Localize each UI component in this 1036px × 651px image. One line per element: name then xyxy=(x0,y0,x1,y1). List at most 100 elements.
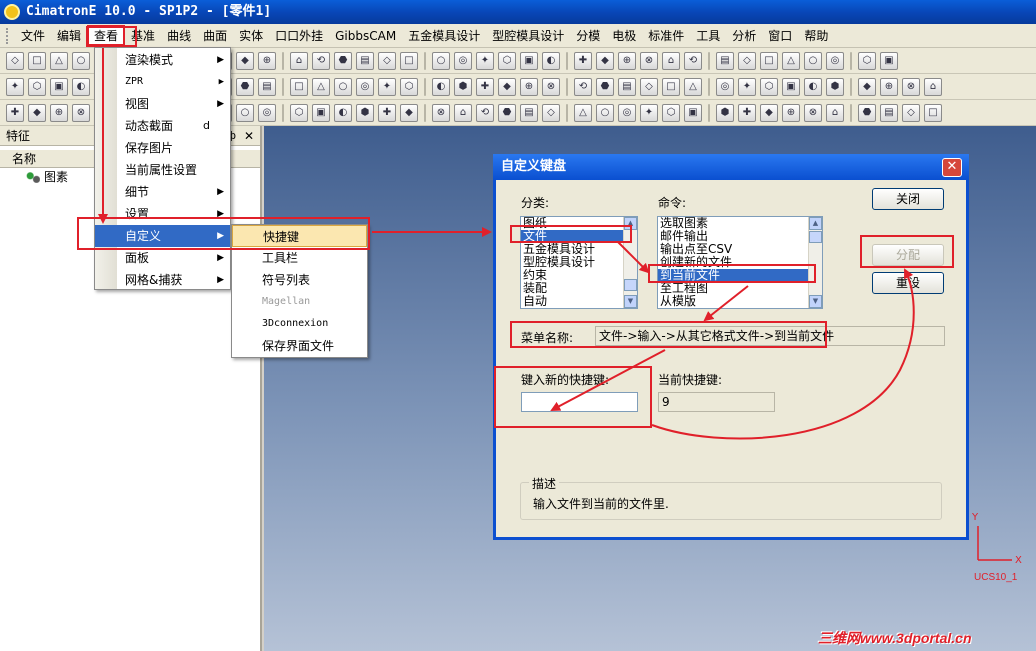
toolbar-tool-icon[interactable]: □ xyxy=(662,77,680,96)
toolbar-tool-icon[interactable]: ◇ xyxy=(902,103,920,122)
toolbar-tool-icon[interactable]: ◇ xyxy=(6,51,24,70)
toolbar-tool-icon[interactable]: ◎ xyxy=(716,77,734,96)
toolbar-tool-icon[interactable]: ⊕ xyxy=(880,77,898,96)
toolbar-tool-icon[interactable]: ◎ xyxy=(356,77,374,96)
toolbar-tool-icon[interactable]: ◐ xyxy=(432,77,450,96)
menu-standard-parts[interactable]: 标准件 xyxy=(642,25,690,46)
toolbar-tool-icon[interactable]: ▣ xyxy=(50,77,68,96)
toolbar-tool-icon[interactable]: ⬣ xyxy=(596,77,614,96)
menu-help[interactable]: 帮助 xyxy=(798,25,834,46)
toolbar-tool-icon[interactable]: ◎ xyxy=(618,103,636,122)
menu-current-properties[interactable]: 当前属性设置 xyxy=(95,159,230,181)
toolbar-tool-icon[interactable]: ✦ xyxy=(6,77,24,96)
menu-curve[interactable]: 曲线 xyxy=(161,25,197,46)
toolbar-tool-icon[interactable]: ⌂ xyxy=(454,103,472,122)
scroll-down-icon[interactable]: ▼ xyxy=(809,295,822,308)
menu-symbol-list[interactable]: 符号列表 xyxy=(232,269,367,291)
toolbar-tool-icon[interactable]: ▤ xyxy=(618,77,636,96)
toolbar-tool-icon[interactable]: ⊕ xyxy=(618,51,636,70)
menu-tools[interactable]: 工具 xyxy=(690,25,726,46)
toolbar-tool-icon[interactable]: ⬣ xyxy=(498,103,516,122)
command-scrollbar[interactable]: ▲ ▼ xyxy=(808,217,822,308)
toolbar-tool-icon[interactable]: ⬣ xyxy=(236,77,254,96)
toolbar-tool-icon[interactable]: ⊕ xyxy=(50,103,68,122)
toolbar-tool-icon[interactable]: ○ xyxy=(334,77,352,96)
menu-plugin[interactable]: 口口外挂 xyxy=(269,25,329,46)
menu-analysis[interactable]: 分析 xyxy=(726,25,762,46)
toolbar-tool-icon[interactable]: ○ xyxy=(432,51,450,70)
toolbar-tool-icon[interactable]: ◐ xyxy=(804,77,822,96)
menu-solid[interactable]: 实体 xyxy=(233,25,269,46)
toolbar-tool-icon[interactable]: ○ xyxy=(236,103,254,122)
toolbar-tool-icon[interactable]: ◆ xyxy=(858,77,876,96)
toolbar-tool-icon[interactable]: ⊕ xyxy=(782,103,800,122)
dialog-title[interactable]: 自定义键盘 xyxy=(493,154,969,180)
toolbar-tool-icon[interactable]: ◐ xyxy=(334,103,352,122)
menu-zpr[interactable]: ZPR ▶ xyxy=(95,71,230,93)
menu-save-ui-file[interactable]: 保存界面文件 xyxy=(232,335,367,357)
toolbar-tool-icon[interactable]: ▣ xyxy=(880,51,898,70)
toolbar-tool-icon[interactable]: ✦ xyxy=(738,77,756,96)
toolbar-tool-icon[interactable]: ⬡ xyxy=(858,51,876,70)
toolbar-tool-icon[interactable]: ✚ xyxy=(738,103,756,122)
toolbar-tool-icon[interactable]: □ xyxy=(290,77,308,96)
toolbar-tool-icon[interactable]: ⌂ xyxy=(826,103,844,122)
toolbar-tool-icon[interactable]: ◇ xyxy=(378,51,396,70)
close-button[interactable]: 关闭 xyxy=(872,188,944,210)
toolbar-tool-icon[interactable]: ▤ xyxy=(716,51,734,70)
menu-edit[interactable]: 编辑 xyxy=(51,25,87,46)
menu-toolbars[interactable]: 工具栏 xyxy=(232,247,367,269)
toolbar-tool-icon[interactable]: ○ xyxy=(804,51,822,70)
toolbar-tool-icon[interactable]: ▤ xyxy=(356,51,374,70)
menu-details[interactable]: 细节 ▶ xyxy=(95,181,230,203)
command-listbox[interactable]: 选取图素 邮件输出 输出点至CSV 创建新的文件 到当前文件 至工程图 从模版 … xyxy=(657,216,823,309)
list-item[interactable]: 从模版 xyxy=(658,295,822,308)
toolbar-tool-icon[interactable]: ⬣ xyxy=(858,103,876,122)
toolbar-tool-icon[interactable]: ◆ xyxy=(400,103,418,122)
toolbar-tool-icon[interactable]: ⬡ xyxy=(498,51,516,70)
toolbar-tool-icon[interactable]: △ xyxy=(782,51,800,70)
scroll-up-icon[interactable]: ▲ xyxy=(809,217,822,230)
menu-die-design[interactable]: 五金模具设计 xyxy=(402,25,486,46)
toolbar-tool-icon[interactable]: ◎ xyxy=(454,51,472,70)
menu-save-image[interactable]: 保存图片 xyxy=(95,137,230,159)
toolbar-tool-icon[interactable]: ⊕ xyxy=(520,77,538,96)
toolbar-tool-icon[interactable]: ◎ xyxy=(826,51,844,70)
menu-gibbscam[interactable]: GibbsCAM xyxy=(329,27,402,45)
toolbar-tool-icon[interactable]: ⬣ xyxy=(334,51,352,70)
toolbar-tool-icon[interactable]: ○ xyxy=(72,51,90,70)
toolbar-tool-icon[interactable]: ○ xyxy=(596,103,614,122)
reset-button[interactable]: 重设 xyxy=(872,272,944,294)
menu-render-mode[interactable]: 渲染模式 ▶ xyxy=(95,49,230,71)
menu-surface[interactable]: 曲面 xyxy=(197,25,233,46)
toolbar-tool-icon[interactable]: ✚ xyxy=(574,51,592,70)
toolbar-tool-icon[interactable]: ✦ xyxy=(378,77,396,96)
toolbar-tool-icon[interactable]: □ xyxy=(924,103,942,122)
dialog-close-icon[interactable]: ✕ xyxy=(942,158,962,177)
toolbar-tool-icon[interactable]: △ xyxy=(312,77,330,96)
toolbar-tool-icon[interactable]: ⟲ xyxy=(476,103,494,122)
menu-view-sub[interactable]: 视图 ▶ xyxy=(95,93,230,115)
menu-mold-design[interactable]: 型腔模具设计 xyxy=(486,25,570,46)
toolbar-tool-icon[interactable]: ⟲ xyxy=(574,77,592,96)
toolbar-tool-icon[interactable]: ▤ xyxy=(258,77,276,96)
toolbar-tool-icon[interactable]: △ xyxy=(574,103,592,122)
toolbar-tool-icon[interactable]: ◇ xyxy=(738,51,756,70)
toolbar-tool-icon[interactable]: ▣ xyxy=(312,103,330,122)
toolbar-tool-icon[interactable]: ⊗ xyxy=(72,103,90,122)
menu-3dconnexion[interactable]: 3Dconnexion xyxy=(232,313,367,335)
toolbar-tool-icon[interactable]: ⬡ xyxy=(662,103,680,122)
toolbar-tool-icon[interactable]: ◇ xyxy=(542,103,560,122)
toolbar-tool-icon[interactable]: ◐ xyxy=(542,51,560,70)
scroll-down-icon[interactable]: ▼ xyxy=(624,295,637,308)
toolbar-tool-icon[interactable]: ▣ xyxy=(782,77,800,96)
toolbar-tool-icon[interactable]: ▣ xyxy=(684,103,702,122)
toolbar-tool-icon[interactable]: □ xyxy=(28,51,46,70)
toolbar-tool-icon[interactable]: ⌂ xyxy=(290,51,308,70)
toolbar-tool-icon[interactable]: ✚ xyxy=(476,77,494,96)
menu-parting[interactable]: 分模 xyxy=(570,25,606,46)
toolbar-tool-icon[interactable]: ⌂ xyxy=(924,77,942,96)
toolbar-tool-icon[interactable]: ⬢ xyxy=(716,103,734,122)
toolbar-tool-icon[interactable]: ⬡ xyxy=(400,77,418,96)
toolbar-tool-icon[interactable]: ⬡ xyxy=(28,77,46,96)
